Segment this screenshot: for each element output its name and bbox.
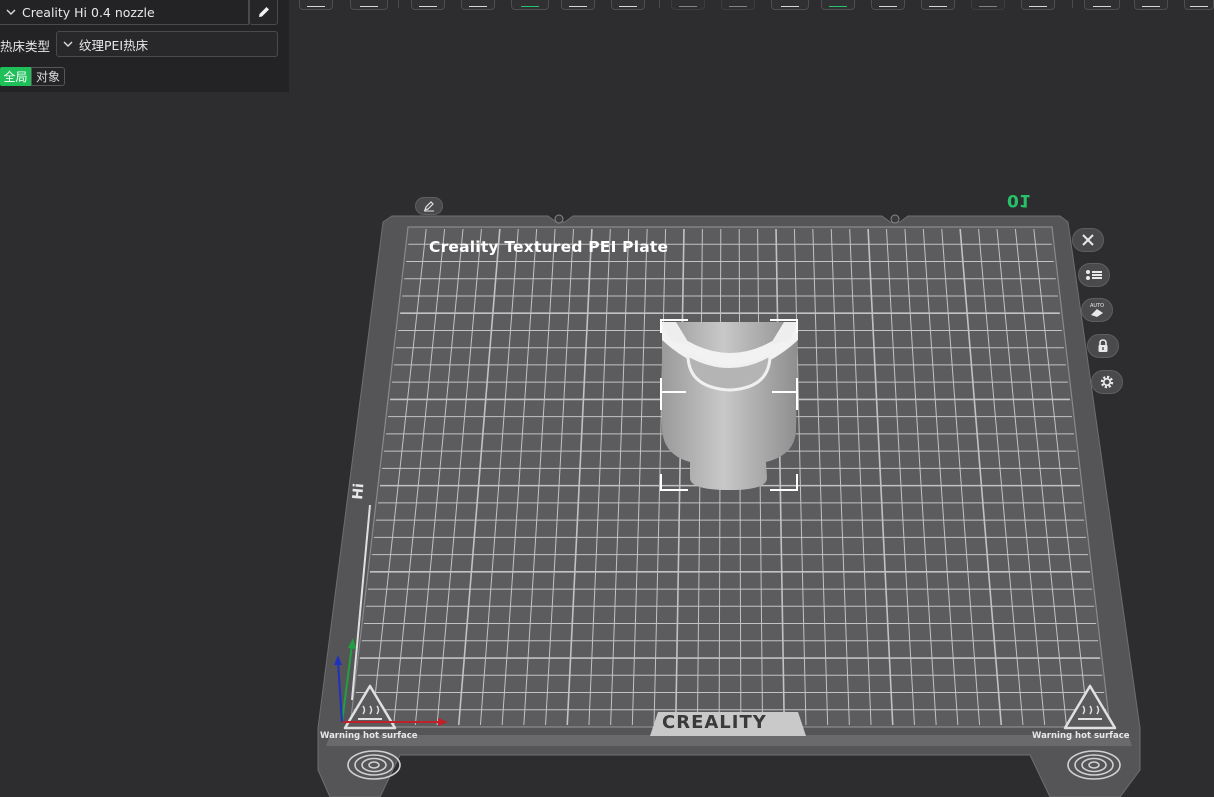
arrange-button[interactable] [1078, 263, 1110, 287]
auto-orient-icon: AUTO [1090, 303, 1104, 317]
more-icon [1190, 2, 1208, 7]
scope-toggle: 全局 对象 [0, 67, 65, 86]
settings-panel: Creality Hi 0.4 nozzle 热床类型 纹理PEI热床 全局 对… [0, 0, 289, 92]
toolbar-boolean-button[interactable] [671, 0, 705, 10]
svg-text:AUTO: AUTO [1090, 303, 1104, 309]
toolbar-seam-button[interactable] [871, 0, 905, 10]
toolbar-more-button[interactable] [1184, 0, 1214, 10]
toolbar-measure-button[interactable] [771, 0, 809, 10]
bed-type-value: 纹理PEI热床 [79, 37, 149, 53]
view-icon [1093, 2, 1111, 7]
toolbar-separator [659, 0, 660, 8]
chevron-down-icon [6, 9, 16, 15]
plate-number[interactable]: 01 [1007, 190, 1031, 210]
toolbar-separator [1072, 0, 1073, 8]
variable-height-icon [979, 2, 997, 7]
toolbar-assembly-button[interactable] [1021, 0, 1055, 10]
toolbar-orient-button[interactable] [411, 0, 445, 10]
chevron-down-icon [63, 41, 73, 47]
top-toolbar [295, 0, 1214, 12]
bed-type-label: 热床类型 [0, 39, 51, 54]
assembly-icon [1029, 2, 1047, 7]
gear-icon [1100, 375, 1114, 389]
toolbar-paint-button[interactable] [821, 0, 855, 10]
toolbar-arrange-button[interactable] [350, 0, 388, 10]
plate-viewport[interactable]: Hi [0, 0, 1214, 797]
toolbar-variable-height-button[interactable] [971, 0, 1005, 10]
toolbar-add-plate-button[interactable] [299, 0, 333, 10]
toolbar-support-button[interactable] [511, 0, 549, 10]
list-icon [1086, 270, 1102, 280]
brand-logo: CREALITY [662, 712, 767, 733]
support-icon [521, 2, 539, 7]
lock-plate-button[interactable] [1087, 334, 1119, 358]
split-icon [569, 2, 587, 7]
edit-printer-button[interactable] [249, 0, 278, 25]
pencil-icon [424, 201, 434, 212]
hi-mark: Hi [350, 483, 367, 501]
toolbar-mirror-button[interactable] [721, 0, 755, 10]
boolean-icon [679, 2, 697, 7]
screw-icon [554, 214, 564, 224]
seam-icon [879, 2, 897, 7]
printer-name: Creality Hi 0.4 nozzle [22, 4, 155, 20]
edit-plate-button[interactable] [415, 197, 443, 215]
warning-label-right: Warning hot surface [1032, 731, 1130, 741]
scope-global-button[interactable]: 全局 [0, 67, 31, 86]
auto-orient-button[interactable]: AUTO [1081, 298, 1113, 322]
lock-icon [1098, 339, 1108, 352]
measure-icon [781, 2, 799, 7]
layflat-icon [469, 2, 487, 7]
arrange-icon [360, 2, 378, 7]
toolbar-explode-button[interactable] [1134, 0, 1168, 10]
orient-icon [419, 2, 437, 7]
toolbar-separator [398, 0, 399, 8]
plate-settings-button[interactable] [1091, 370, 1123, 394]
paint-icon [829, 2, 847, 7]
toolbar-layflat-button[interactable] [461, 0, 495, 10]
pencil-icon [258, 7, 269, 17]
toolbar-view-button[interactable] [1084, 0, 1120, 10]
bed-type-select[interactable]: 纹理PEI热床 [56, 31, 278, 57]
close-icon [1082, 234, 1094, 246]
screw-icon [890, 214, 900, 224]
cut-icon [619, 2, 637, 7]
toolbar-text-button[interactable] [921, 0, 955, 10]
warning-label-left: Warning hot surface [320, 731, 418, 741]
text-icon [929, 2, 947, 7]
toolbar-split-button[interactable] [561, 0, 595, 10]
plate-title: Creality Textured PEI Plate [429, 238, 669, 256]
scope-object-button[interactable]: 对象 [31, 67, 65, 86]
printer-select[interactable]: Creality Hi 0.4 nozzle [0, 0, 249, 25]
mirror-icon [729, 2, 747, 7]
plate-icon [307, 2, 325, 7]
toolbar-cut-button[interactable] [611, 0, 645, 10]
explode-icon [1142, 2, 1160, 7]
remove-plate-button[interactable] [1072, 228, 1104, 252]
